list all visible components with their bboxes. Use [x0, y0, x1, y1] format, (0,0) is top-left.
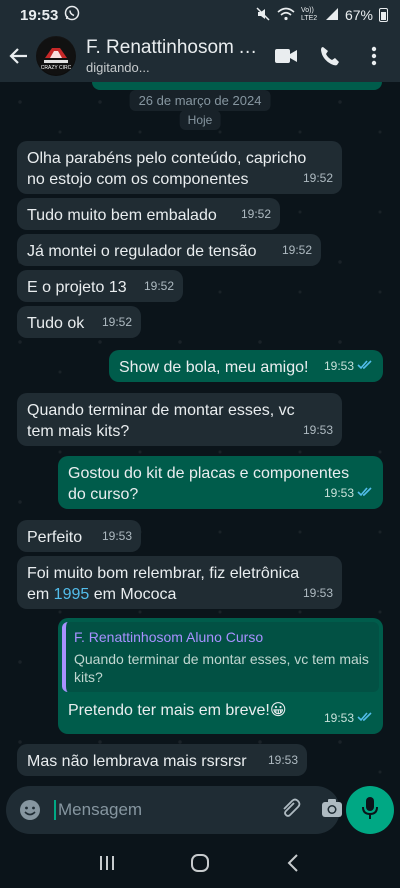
- back-arrow-icon[interactable]: [8, 45, 30, 67]
- status-bar: 19:53 Vo)) LTE2 67%: [0, 0, 400, 30]
- recents-icon[interactable]: [87, 848, 127, 878]
- today-separator: Hoje: [179, 110, 221, 130]
- chat-area[interactable]: 26 de março de 2024 Hoje Olha parabéns p…: [0, 82, 400, 780]
- quoted-author: F. Renattinhosom Aluno Curso: [74, 629, 264, 645]
- message-time: 19:52: [143, 279, 174, 293]
- message-outgoing-reply[interactable]: F. Renattinhosom Aluno Curso Quando term…: [58, 618, 383, 734]
- contact-name: F. Renattinhosom Al...: [86, 37, 266, 58]
- system-nav-bar: [0, 838, 400, 888]
- message-incoming[interactable]: Quando terminar de montar esses, vc tem …: [17, 393, 342, 446]
- date-separator: 26 de março de 2024: [129, 90, 271, 111]
- mic-icon: [361, 796, 379, 825]
- message-time: 19:53: [323, 359, 354, 373]
- more-vert-icon[interactable]: [362, 44, 386, 68]
- signal-icon: [325, 7, 339, 24]
- mute-icon: [255, 6, 271, 25]
- avatar[interactable]: CRAZY CIRC: [36, 36, 76, 76]
- message-incoming[interactable]: Já montei o regulador de tensão 19:52: [17, 234, 321, 266]
- message-time: 19:52: [302, 171, 333, 185]
- typing-status: digitando...: [86, 60, 150, 75]
- message-text: no estojo com os componentes: [27, 171, 249, 188]
- grinning-emoji: 😀: [269, 702, 287, 719]
- message-text: Tudo muito bem embalado: [27, 207, 217, 224]
- battery-percent: 67%: [344, 7, 373, 23]
- quoted-text: Quando terminar de montar esses, vc tem …: [74, 651, 369, 685]
- message-time: 19:52: [240, 207, 271, 221]
- battery-icon: [379, 8, 388, 22]
- message-incoming[interactable]: Perfeito 19:53: [17, 520, 141, 552]
- message-incoming[interactable]: Olha parabéns pelo conteúdo, capricho no…: [17, 141, 342, 194]
- quoted-message[interactable]: F. Renattinhosom Aluno Curso Quando term…: [62, 622, 379, 692]
- contact-info[interactable]: F. Renattinhosom Al... digitando...: [86, 37, 266, 75]
- composer: [0, 780, 400, 838]
- phone-icon[interactable]: [318, 44, 342, 68]
- message-text: em: [27, 586, 54, 603]
- message-text: Olha parabéns pelo conteúdo, capricho: [27, 150, 307, 167]
- emoji-icon[interactable]: [18, 798, 42, 822]
- video-call-icon[interactable]: [274, 44, 298, 68]
- message-text: Pretendo ter mais em breve!: [68, 702, 270, 719]
- message-time: 19:53: [323, 711, 354, 725]
- message-time: 19:53: [101, 529, 132, 543]
- read-ticks-icon: [357, 708, 374, 729]
- mic-button[interactable]: [346, 786, 394, 834]
- message-time: 19:53: [323, 486, 354, 500]
- home-icon[interactable]: [180, 848, 220, 878]
- message-text: Foi muito bom relembrar, fiz eletrônica: [27, 565, 300, 582]
- message-outgoing[interactable]: Gostou do kit de placas e componentes do…: [58, 456, 383, 509]
- message-text: Gostou do kit de placas e componentes: [68, 465, 350, 482]
- status-time: 19:53: [20, 6, 59, 24]
- message-text: tem mais kits?: [27, 423, 130, 440]
- message-time: 19:52: [101, 315, 132, 329]
- message-text: Já montei o regulador de tensão: [27, 243, 257, 260]
- message-link[interactable]: 1995: [54, 586, 90, 603]
- message-incoming[interactable]: Mas não lembrava mais rsrsrsr 19:53: [17, 744, 307, 776]
- message-input[interactable]: [54, 800, 279, 820]
- message-text: em Mococa: [89, 586, 177, 603]
- previous-message-bubble: [92, 82, 382, 90]
- read-ticks-icon: [357, 483, 374, 504]
- message-time: 19:53: [302, 423, 333, 437]
- wifi-icon: [277, 7, 295, 24]
- avatar-logo-text: CRAZY CIRC: [41, 65, 72, 71]
- message-input-bar[interactable]: [6, 786, 343, 834]
- read-ticks-icon: [357, 356, 374, 377]
- whatsapp-status-icon: [64, 5, 80, 25]
- message-text: Quando terminar de montar esses, vc: [27, 402, 295, 419]
- message-incoming[interactable]: Foi muito bom relembrar, fiz eletrônica …: [17, 556, 342, 609]
- back-icon[interactable]: [273, 848, 313, 878]
- camera-icon[interactable]: [321, 798, 343, 823]
- message-incoming[interactable]: E o projeto 13 19:52: [17, 270, 183, 302]
- message-time: 19:53: [302, 586, 333, 600]
- message-time: 19:52: [281, 243, 312, 257]
- chat-header: CRAZY CIRC F. Renattinhosom Al... digita…: [0, 30, 400, 82]
- message-time: 19:53: [267, 753, 298, 767]
- message-text: Mas não lembrava mais rsrsrsr: [27, 753, 247, 770]
- message-incoming[interactable]: Tudo ok 19:52: [17, 306, 141, 338]
- message-incoming[interactable]: Tudo muito bem embalado 19:52: [17, 198, 280, 230]
- attach-icon[interactable]: [279, 797, 301, 824]
- message-outgoing[interactable]: Show de bola, meu amigo! 19:53: [109, 350, 383, 382]
- network-label: Vo)) LTE2: [300, 7, 318, 22]
